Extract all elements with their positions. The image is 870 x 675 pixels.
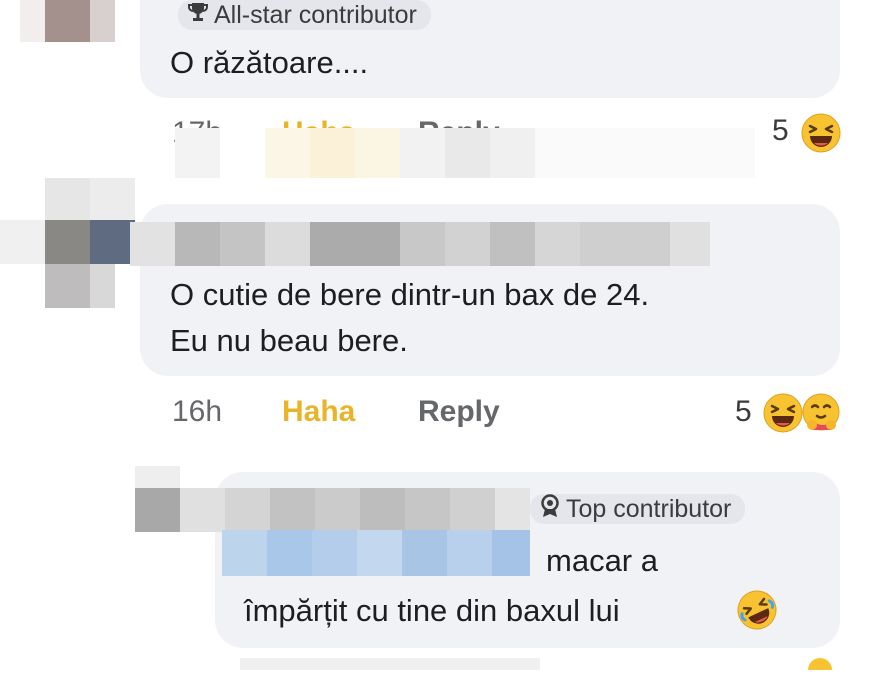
reply-link[interactable]: Reply [418, 395, 500, 429]
laughing-face-icon [762, 392, 804, 439]
comment-text-line2: împărțit cu tine din baxul lui [244, 593, 620, 628]
commenter-name-blurred[interactable] [180, 488, 530, 532]
tagged-name-blurred[interactable] [222, 530, 530, 576]
reaction-count[interactable]: 5 [735, 395, 752, 429]
comment-text-line1: O cutie de bere dintr-un bax de 24. [170, 277, 650, 312]
pixelated-overlay [175, 128, 755, 178]
avatar-blurred[interactable] [135, 466, 180, 532]
badge-label: All-star contributor [214, 0, 417, 29]
badge-label: Top contributor [566, 494, 732, 523]
comment-text-line1: macar a [546, 543, 658, 578]
hug-face-icon [800, 392, 842, 439]
pixelated-overlay [240, 658, 540, 670]
laughing-face-icon [805, 656, 835, 675]
all-star-contributor-badge[interactable]: All-star contributor [178, 0, 431, 30]
rolling-laughing-face-icon [736, 589, 778, 636]
haha-reaction-link[interactable]: Haha [282, 395, 355, 429]
top-contributor-badge[interactable]: Top contributor [530, 493, 746, 525]
comment-text: O răzătoare.... [170, 45, 369, 80]
reaction-count[interactable]: 5 [772, 114, 789, 148]
avatar-blurred[interactable] [0, 178, 135, 308]
trophy-icon [188, 1, 208, 30]
laughing-face-icon [800, 112, 842, 159]
commenter-name-blurred[interactable] [130, 222, 710, 266]
medal-icon [540, 493, 560, 525]
comment-text-line2: Eu nu beau bere. [170, 323, 408, 358]
avatar-blurred[interactable] [20, 0, 115, 42]
comment-time[interactable]: 16h [172, 395, 222, 429]
